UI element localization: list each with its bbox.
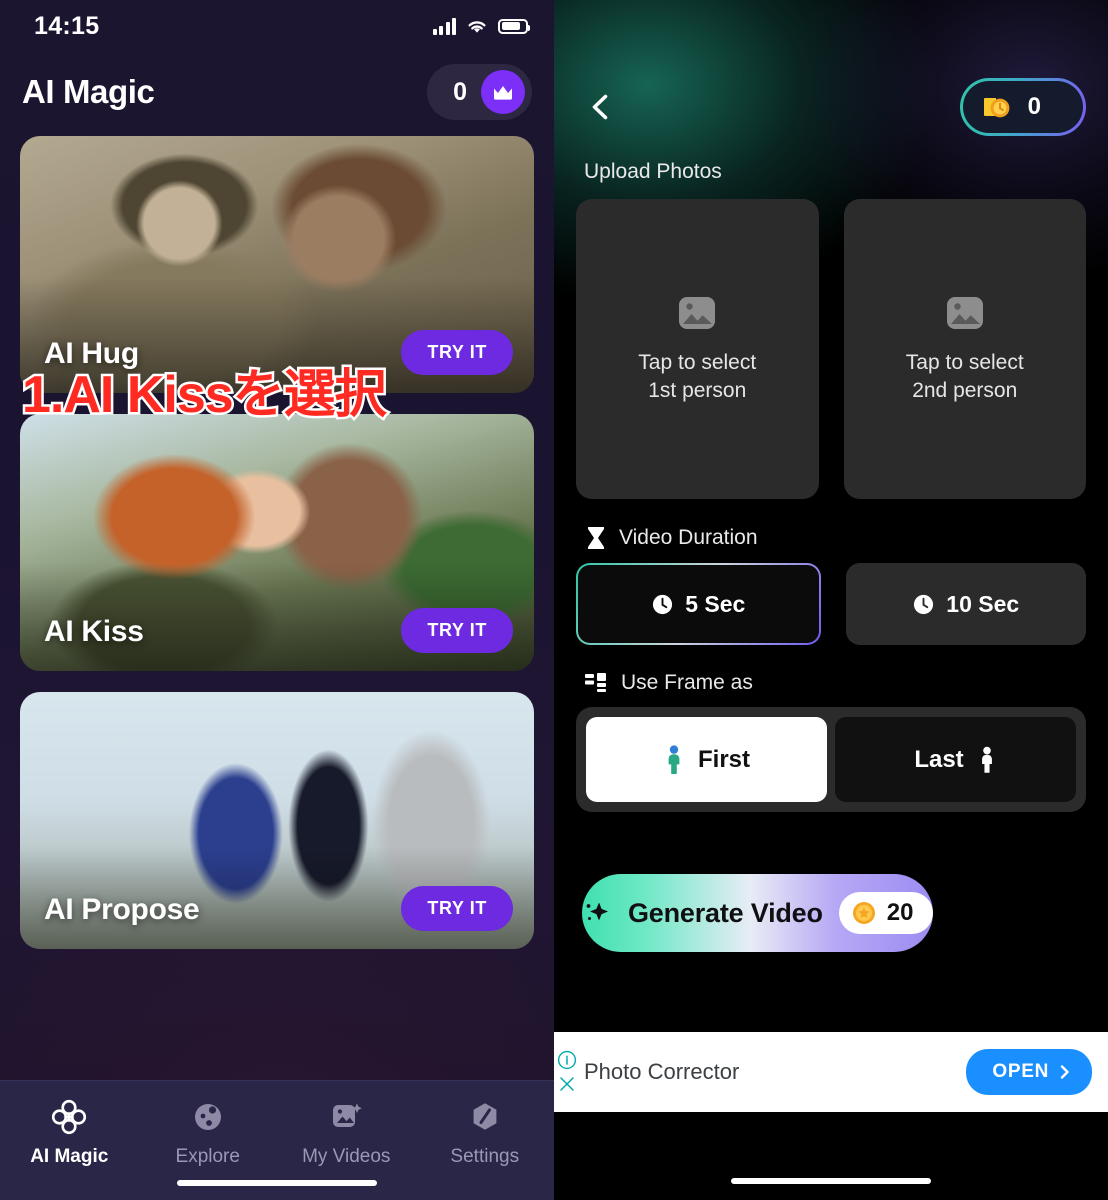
credits-pill[interactable]: 0 <box>427 64 532 120</box>
bottom-tab-bar: AI Magic Explore My Videos Settings <box>0 1080 554 1200</box>
try-it-button[interactable]: TRY IT <box>401 608 513 653</box>
duration-section-label: Video Duration <box>619 526 758 549</box>
coin-stack-icon <box>983 98 1010 118</box>
try-it-button[interactable]: TRY IT <box>401 330 513 375</box>
cellular-bars-icon <box>432 17 456 35</box>
coin-star-icon <box>852 902 875 924</box>
page-title: AI Magic <box>22 73 155 110</box>
home-indicator <box>731 1178 931 1184</box>
upload-slot-1[interactable]: Tap to select 1st person <box>576 199 819 499</box>
close-x-icon[interactable] <box>557 1074 577 1094</box>
frame-option-last[interactable]: Last <box>835 717 1076 802</box>
frames-icon <box>585 673 606 692</box>
duration-option-label: 5 Sec <box>685 590 746 617</box>
generate-cost-value: 20 <box>886 899 914 926</box>
duration-section-header: Video Duration <box>554 525 1108 551</box>
tab-settings[interactable]: Settings <box>416 1097 555 1168</box>
credits-count: 0 <box>453 77 467 106</box>
back-chevron-icon[interactable] <box>584 90 618 124</box>
effect-card-list: AI Hug TRY IT AI Kiss TRY IT AI Propose … <box>0 136 554 949</box>
dual-screenshot: 14:15 AI Magic 0 AI Hug TRY IT AI Kiss T… <box>0 0 1108 1200</box>
crown-icon[interactable] <box>481 70 525 114</box>
tab-label: AI Magic <box>30 1146 109 1167</box>
wifi-icon <box>468 21 486 33</box>
ad-banner[interactable]: Photo Corrector OPEN <box>554 1032 1108 1112</box>
frame-section-header: Use Frame as <box>554 671 1108 695</box>
battery-icon <box>498 18 530 34</box>
frame-section-label: Use Frame as <box>621 671 753 694</box>
clock-icon <box>914 594 934 614</box>
duration-options: 5 Sec 10 Sec <box>554 563 1108 645</box>
duration-option-5sec[interactable]: 5 Sec <box>576 563 821 645</box>
upload-line-1: Tap to select <box>638 351 757 375</box>
home-indicator <box>177 1180 377 1186</box>
tab-label: Explore <box>175 1146 240 1167</box>
frame-toggle-group: First Last <box>576 707 1086 812</box>
status-bar: 14:15 <box>0 0 554 52</box>
upload-section-label: Upload Photos <box>584 160 722 183</box>
tab-label: Settings <box>450 1146 520 1167</box>
clover-sparkle-icon <box>52 1099 87 1135</box>
effect-card-ai-propose[interactable]: AI Propose TRY IT <box>20 692 534 949</box>
upload-line-2: 1st person <box>648 379 747 402</box>
status-clock: 14:15 <box>34 11 100 40</box>
frame-option-first[interactable]: First <box>586 717 827 802</box>
ad-open-button[interactable]: OPEN <box>966 1049 1092 1095</box>
clock-icon <box>653 594 673 614</box>
generate-cost-badge: 20 <box>838 892 933 934</box>
tab-ai-magic[interactable]: AI Magic <box>0 1097 139 1168</box>
planet-icon <box>194 1104 221 1130</box>
tab-explore[interactable]: Explore <box>139 1097 278 1168</box>
hexagon-slash-icon <box>473 1103 497 1130</box>
tab-label: My Videos <box>302 1146 391 1167</box>
person-standing-icon <box>668 744 680 774</box>
frame-option-label: First <box>697 745 750 773</box>
upload-slot-caption: Tap to select 2nd person <box>906 349 1024 405</box>
upload-slot-2[interactable]: Tap to select 2nd person <box>843 199 1086 499</box>
detail-header: 0 <box>554 0 1108 136</box>
hourglass-icon <box>588 527 604 549</box>
effect-card-ai-hug[interactable]: AI Hug TRY IT <box>20 136 534 393</box>
try-it-button[interactable]: TRY IT <box>401 886 513 931</box>
image-placeholder-icon <box>679 297 716 330</box>
ad-badges <box>557 1050 577 1094</box>
frame-option-label: Last <box>914 745 964 773</box>
effect-card-label: AI Hug <box>44 337 139 370</box>
upload-slot-caption: Tap to select 1st person <box>638 349 756 405</box>
duration-option-10sec[interactable]: 10 Sec <box>845 563 1086 645</box>
coin-count: 0 <box>1027 93 1041 120</box>
effect-card-ai-kiss[interactable]: AI Kiss TRY IT <box>20 414 534 671</box>
upload-line-1: Tap to select <box>905 351 1024 375</box>
right-phone-screen: 0 Upload Photos Tap to select 1st person <box>554 0 1108 1200</box>
app-header: AI Magic 0 <box>0 52 554 136</box>
generate-video-label: Generate Video <box>628 897 823 928</box>
ad-open-label: OPEN <box>992 1061 1049 1082</box>
left-phone-screen: 14:15 AI Magic 0 AI Hug TRY IT AI Kiss T… <box>0 0 554 1200</box>
ad-title: Photo Corrector <box>584 1059 740 1084</box>
person-standing-icon <box>981 746 992 773</box>
effect-card-label: AI Kiss <box>44 615 144 648</box>
status-icons <box>432 17 530 35</box>
generate-video-button[interactable]: Generate Video 20 <box>582 874 933 952</box>
tab-my-videos[interactable]: My Videos <box>277 1097 416 1168</box>
image-sparkle-icon <box>333 1103 363 1127</box>
upload-line-2: 2nd person <box>912 379 1018 402</box>
coin-balance-pill[interactable]: 0 <box>959 78 1086 136</box>
chevron-right-icon <box>1060 1065 1069 1079</box>
info-circle-icon[interactable] <box>557 1050 577 1070</box>
effect-card-label: AI Propose <box>44 893 200 926</box>
sparkle-icon <box>586 902 608 921</box>
duration-option-label: 10 Sec <box>946 590 1020 617</box>
image-placeholder-icon <box>946 297 983 330</box>
